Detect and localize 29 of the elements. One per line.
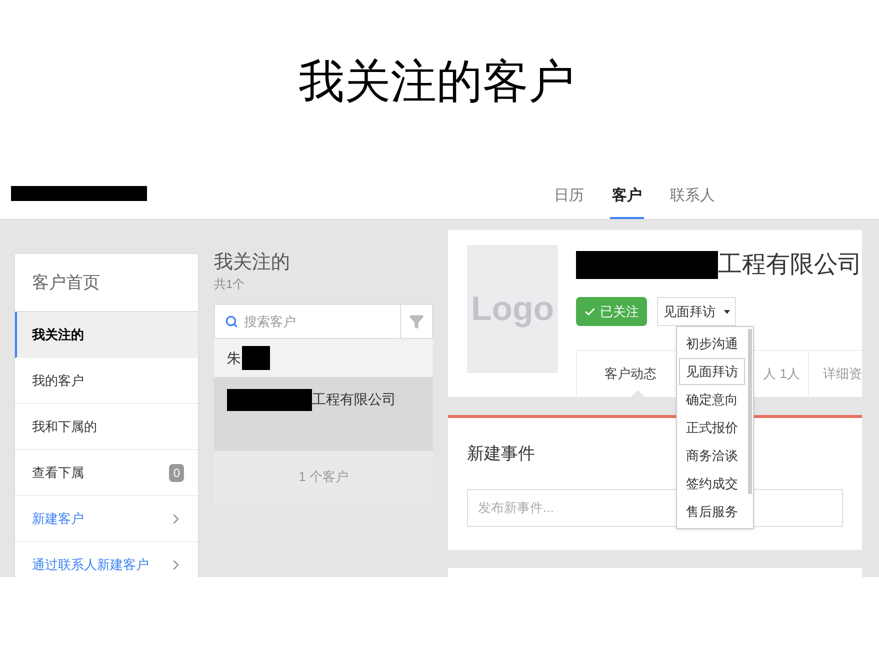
customer-row[interactable]: 工程有限公司	[214, 377, 433, 451]
list-footer: 1 个客户	[214, 451, 433, 503]
count-badge: 0	[169, 464, 184, 482]
filter-icon[interactable]	[409, 314, 424, 329]
caret-icon	[724, 310, 730, 314]
sidebar-item[interactable]: 我的客户	[15, 358, 198, 404]
stage-option[interactable]: 售后服务	[679, 498, 745, 525]
nav-tab[interactable]: 联系人	[668, 175, 717, 219]
sidebar-item[interactable]: 通过联系人新建客户	[15, 542, 198, 577]
stage-option[interactable]: 商务洽谈	[679, 442, 745, 469]
sidebar-item[interactable]: 新建客户	[15, 496, 198, 542]
stage-dropdown[interactable]: 见面拜访	[657, 297, 736, 326]
customer-row[interactable]: 朱	[214, 339, 433, 377]
list-count: 共1个	[214, 276, 246, 292]
slide-title: 我关注的客户	[298, 55, 574, 109]
check-icon	[584, 306, 596, 318]
customer-name: 朱	[227, 348, 241, 368]
sidebar-item[interactable]: 我关注的	[15, 312, 198, 358]
customer-title: 工程有限公司	[718, 250, 862, 280]
scrollbar[interactable]	[748, 329, 752, 494]
stage-option[interactable]: 正式报价	[679, 414, 745, 441]
sidebar-item[interactable]: 我和下属的	[15, 404, 198, 450]
list-title: 我关注的	[214, 251, 291, 275]
stage-option[interactable]: 见面拜访	[679, 358, 745, 385]
event-card-title: 新建事件	[467, 443, 535, 465]
search-icon	[225, 315, 238, 328]
customer-name: 工程有限公司	[312, 390, 396, 409]
sidebar-item[interactable]: 查看下属 0	[15, 450, 198, 496]
nav-tab[interactable]: 日历	[552, 175, 586, 219]
